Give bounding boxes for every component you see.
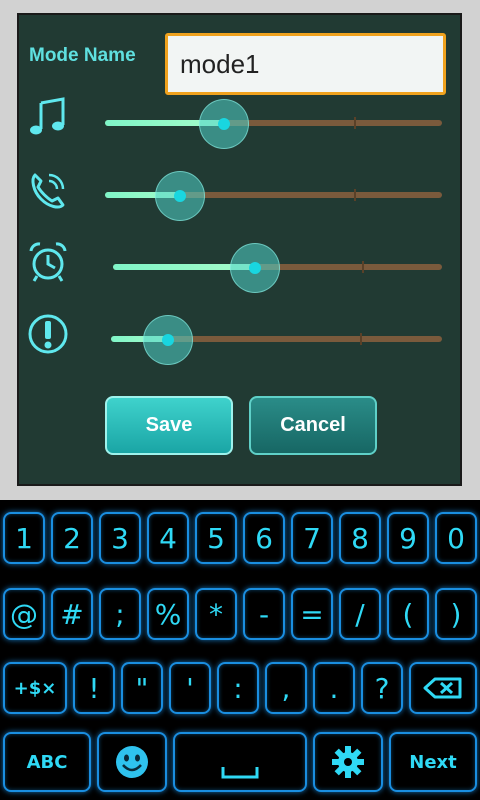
key[interactable]: ; [99,588,141,640]
key[interactable]: = [291,588,333,640]
key[interactable]: 7 [291,512,333,564]
key[interactable]: ' [169,662,211,714]
key[interactable]: 8 [339,512,381,564]
key[interactable]: ( [387,588,429,640]
phone-ring-icon [27,169,69,211]
key[interactable]: 5 [195,512,237,564]
mode-name-input[interactable] [165,33,446,95]
key-symbols-toggle[interactable]: +$× [3,662,67,714]
key[interactable]: / [339,588,381,640]
space-key[interactable] [173,732,307,792]
space-bar-icon [221,767,259,779]
slider-thumb[interactable] [199,99,249,149]
abc-key[interactable]: ABC [3,732,91,792]
key[interactable]: , [265,662,307,714]
alarm-volume-slider[interactable] [113,243,442,293]
key[interactable]: # [51,588,93,640]
cancel-button[interactable]: Cancel [249,396,377,455]
slider-tick [354,189,356,201]
key[interactable]: " [121,662,163,714]
alarm-clock-icon [27,241,69,283]
key[interactable]: . [313,662,355,714]
music-volume-slider[interactable] [105,99,442,149]
slider-tick [362,261,364,273]
music-note-icon [27,97,69,139]
notification-volume-slider[interactable] [111,315,442,365]
ringer-volume-slider[interactable] [105,171,442,221]
key[interactable]: 2 [51,512,93,564]
key[interactable]: @ [3,588,45,640]
key[interactable]: 3 [99,512,141,564]
key[interactable]: ? [361,662,403,714]
alert-icon [27,313,69,355]
backspace-icon [423,677,462,699]
key[interactable]: - [243,588,285,640]
next-key[interactable]: Next [389,732,477,792]
slider-thumb[interactable] [143,315,193,365]
backspace-key[interactable] [409,662,477,714]
settings-key[interactable] [313,732,383,792]
emoji-key[interactable] [97,732,167,792]
key[interactable]: 9 [387,512,429,564]
gear-icon [332,746,364,778]
key[interactable]: * [195,588,237,640]
key[interactable]: 0 [435,512,477,564]
key[interactable]: ) [435,588,477,640]
slider-tick [354,117,356,129]
key[interactable]: % [147,588,189,640]
mode-dialog: Mode Name mode1 Save Cancel [17,13,462,486]
slider-thumb[interactable] [230,243,280,293]
key[interactable]: : [217,662,259,714]
smiley-icon [116,746,148,778]
keyboard: 1 2 3 4 5 6 7 8 9 0 @ # ; % * - = / ( ) … [0,500,480,800]
mode-name-label: Mode Name [29,45,136,66]
key[interactable]: 1 [3,512,45,564]
key[interactable]: 6 [243,512,285,564]
slider-tick [360,333,362,345]
slider-thumb[interactable] [155,171,205,221]
save-button[interactable]: Save [105,396,233,455]
key[interactable]: 4 [147,512,189,564]
key[interactable]: ! [73,662,115,714]
